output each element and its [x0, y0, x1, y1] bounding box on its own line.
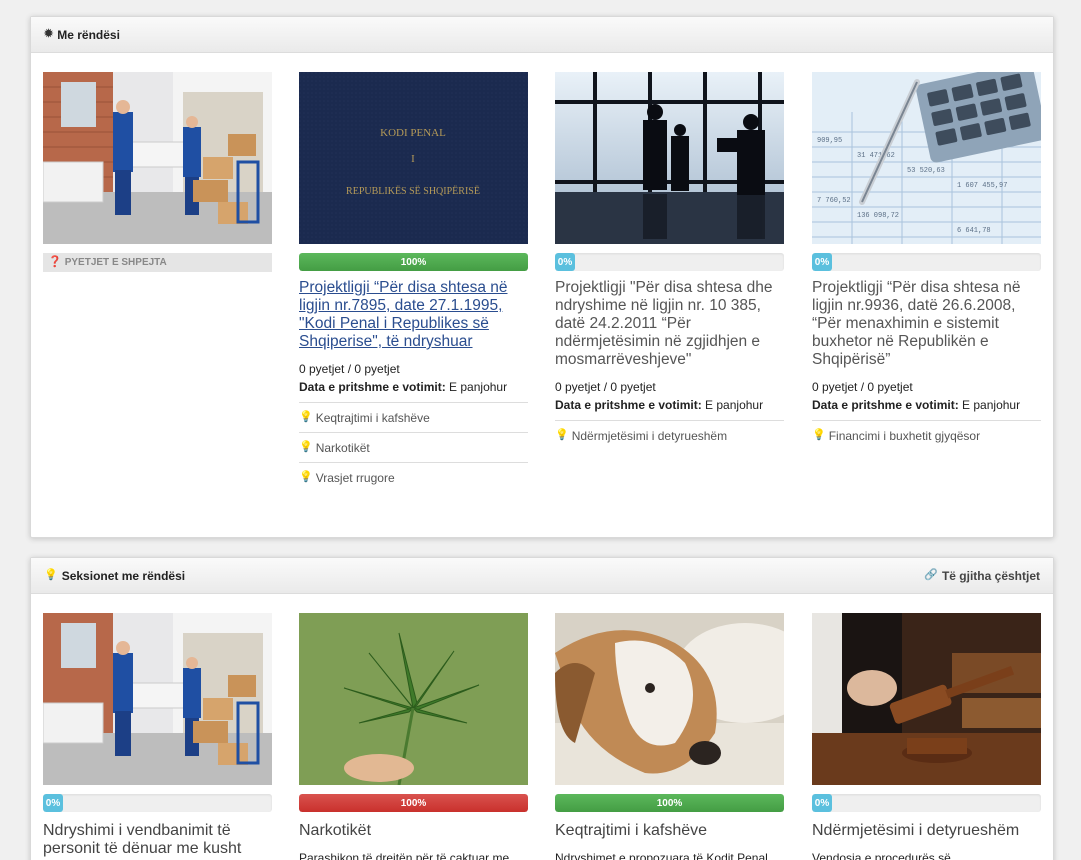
tag-label: Vrasjet rrugore [315, 470, 395, 485]
calculator-image[interactable]: 909,95 31 471,62 53 520,63 1 607 455,97 7 76… [812, 72, 1041, 244]
questions-count: 0 pyetjet / 0 pyetjet [299, 362, 400, 376]
book-image[interactable]: KODI PENAL I REPUBLIKËS SË SHQIPËRISË [299, 72, 528, 244]
tag-item[interactable]: 💡 Keqtrajtimi i kafshëve [299, 402, 528, 432]
tag-item[interactable]: 💡 Narkotikët [299, 432, 528, 462]
vote-date-value: E panjohur [705, 398, 764, 412]
section-item: 0% Ndërmjetësimi i detyrueshëm Vendosja … [812, 613, 1041, 860]
gavel-image[interactable] [812, 613, 1041, 785]
tag-list: 💡 Ndërmjetësimi i detyrueshëm [555, 420, 784, 450]
link-icon: 🔗 [924, 569, 938, 581]
tag-list: 💡 Keqtrajtimi i kafshëve 💡 Narkotikët 💡 Vra… [299, 402, 528, 492]
section-item: 100% Keqtrajtimi i kafshëve Ndryshimet e… [555, 613, 784, 860]
vote-date-label: Data e pritshme e votimit: [299, 380, 446, 394]
progress-fill: 0% [812, 794, 832, 812]
all-issues-label: Të gjitha çështjet [941, 568, 1040, 583]
section-description: Parashikon të drejtën për të caktuar me [299, 851, 510, 860]
svg-text:136 098,72: 136 098,72 [857, 212, 899, 220]
bill-title[interactable]: Projektligji “Për disa shtesa në ligjin … [812, 279, 1041, 369]
svg-text:1 607 455,97: 1 607 455,97 [957, 182, 1007, 190]
progress-fill: 100% [299, 253, 528, 271]
progress-bar: 0% [555, 253, 784, 271]
section-item: 0% Ndryshimi i vendbanimit të personit t… [43, 613, 272, 858]
all-issues-link[interactable]: 🔗 Të gjitha çështjet [924, 569, 1040, 583]
vote-date-label: Data e pritshme e votimit: [555, 398, 702, 412]
movers-image[interactable] [43, 72, 272, 244]
tag-label: Financimi i buxhetit gjyqësor [828, 428, 981, 443]
bill-title[interactable]: Projektligji "Për disa shtesa dhe ndrysh… [555, 279, 784, 369]
sections-panel: 💡 Seksionet me rëndësi 🔗 Të gjitha çësht… [30, 557, 1054, 860]
questions-count: 0 pyetjet / 0 pyetjet [555, 380, 656, 394]
svg-text:53 520,63: 53 520,63 [907, 167, 945, 175]
progress-bar: 0% [43, 794, 272, 812]
movers-image[interactable] [43, 613, 272, 785]
quick-questions-bar[interactable]: ❓ PYETJET E SHPEJTA [43, 253, 272, 272]
progress-bar: 0% [812, 253, 1041, 271]
tag-item[interactable]: 💡 Financimi i buxhetit gjyqësor [812, 420, 1041, 450]
section-description: Ndryshimet e propozuara të Kodit Penal [555, 851, 768, 860]
featured-item-kodi-penal: KODI PENAL I REPUBLIKËS SË SHQIPËRISË 10… [299, 72, 528, 492]
section-title[interactable]: Narkotikët [299, 822, 528, 840]
quick-questions-label: PYETJET E SHPEJTA [64, 257, 167, 268]
svg-text:7 760,52: 7 760,52 [817, 197, 851, 205]
tag-item[interactable]: 💡 Vrasjet rrugore [299, 462, 528, 492]
lightbulb-icon: 💡 [812, 429, 826, 441]
book-text-2: I [411, 153, 415, 165]
tag-item[interactable]: 💡 Ndërmjetësimi i detyrueshëm [555, 420, 784, 450]
bill-title-link[interactable]: Projektligji “Për disa shtesa në ligjin … [299, 279, 528, 351]
featured-item-ndermjetesimi: 0% Projektligji "Për disa shtesa dhe ndr… [555, 72, 784, 450]
progress-fill: 0% [555, 253, 575, 271]
lightbulb-icon: 💡 [299, 411, 313, 423]
progress-bar: 100% [299, 253, 528, 271]
featured-item-financimi: 909,95 31 471,62 53 520,63 1 607 455,97 7 76… [812, 72, 1041, 450]
meeting-image[interactable] [555, 72, 784, 244]
svg-text:6 641,78: 6 641,78 [957, 227, 991, 235]
tag-list: 💡 Financimi i buxhetit gjyqësor [812, 420, 1041, 450]
progress-fill: 100% [299, 794, 528, 812]
progress-fill: 0% [43, 794, 63, 812]
featured-panel-title: Me rëndësi [57, 27, 120, 42]
tag-label: Keqtrajtimi i kafshëve [315, 410, 430, 425]
vote-date-value: E panjohur [962, 398, 1021, 412]
dog-image[interactable] [555, 613, 784, 785]
section-title[interactable]: Keqtrajtimi i kafshëve [555, 822, 784, 840]
lightbulb-icon: 💡 [44, 569, 58, 581]
featured-panel-header: ✹ Me rëndësi [31, 17, 1053, 53]
sections-panel-header: 💡 Seksionet me rëndësi 🔗 Të gjitha çësht… [31, 558, 1053, 594]
tag-label: Ndërmjetësimi i detyrueshëm [571, 428, 728, 443]
bill-meta: 0 pyetjet / 0 pyetjet Data e pritshme e … [299, 360, 528, 396]
questions-count: 0 pyetjet / 0 pyetjet [812, 380, 913, 394]
featured-item-quick: ❓ PYETJET E SHPEJTA [43, 72, 272, 272]
vote-date-label: Data e pritshme e votimit: [812, 398, 959, 412]
progress-fill: 0% [812, 253, 832, 271]
sections-panel-title: Seksionet me rëndësi [61, 568, 186, 583]
progress-bar: 0% [812, 794, 1041, 812]
lightbulb-icon: 💡 [299, 471, 313, 483]
progress-bar: 100% [299, 794, 528, 812]
tag-label: Narkotikët [315, 440, 370, 455]
svg-text:909,95: 909,95 [817, 137, 842, 145]
featured-panel: ✹ Me rëndësi ❓ PYETJET E SHPEJTA KODI PE… [30, 16, 1054, 538]
bill-meta: 0 pyetjet / 0 pyetjet Data e pritshme e … [812, 378, 1041, 414]
progress-bar: 100% [555, 794, 784, 812]
book-text-3: REPUBLIKËS SË SHQIPËRISË [346, 185, 480, 197]
progress-fill: 100% [555, 794, 784, 812]
bill-meta: 0 pyetjet / 0 pyetjet Data e pritshme e … [555, 378, 784, 414]
gear-icon: ✹ [44, 28, 54, 40]
lightbulb-icon: 💡 [555, 429, 569, 441]
section-title[interactable]: Ndërmjetësimi i detyrueshëm [812, 822, 1041, 840]
cannabis-image[interactable] [299, 613, 528, 785]
section-description: Vendosja e procedurës së [812, 851, 951, 860]
svg-text:31 471,62: 31 471,62 [857, 152, 895, 160]
lightbulb-icon: 💡 [299, 441, 313, 453]
section-item: 100% Narkotikët Parashikon të drejtën pë… [299, 613, 528, 860]
section-title[interactable]: Ndryshimi i vendbanimit të personit të d… [43, 822, 272, 858]
vote-date-value: E panjohur [449, 380, 508, 394]
question-icon: ❓ [48, 256, 62, 268]
book-text-1: KODI PENAL [380, 127, 446, 139]
